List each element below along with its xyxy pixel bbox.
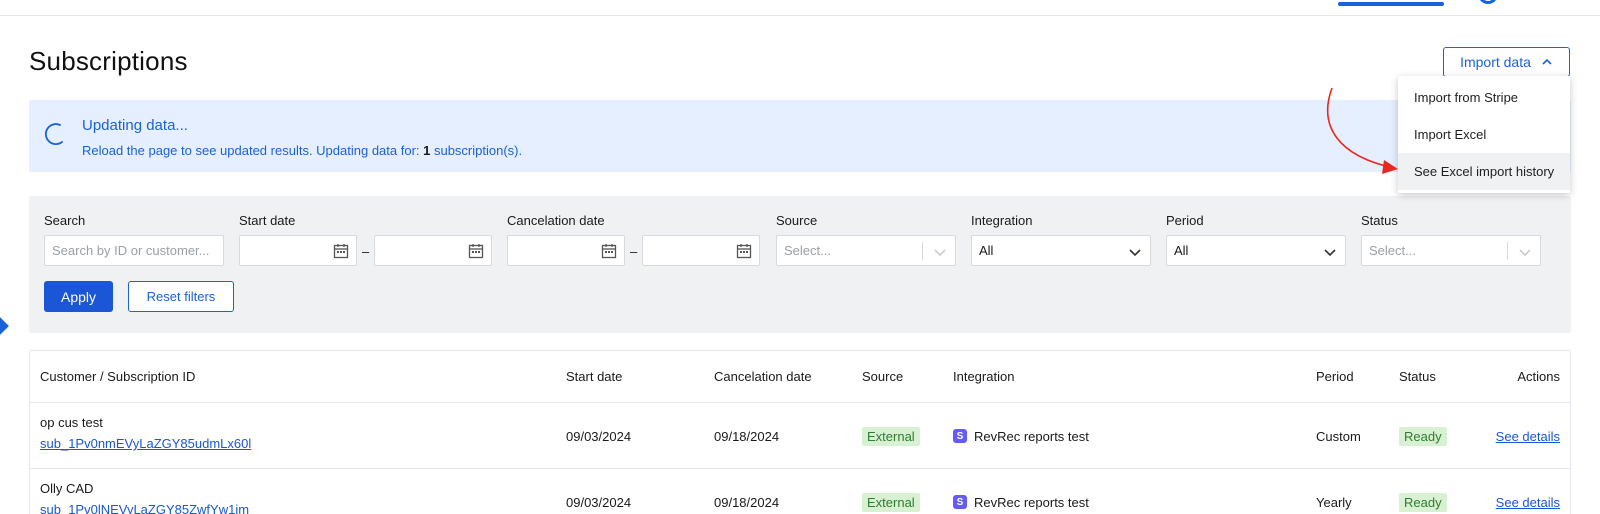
start-date-to-input[interactable] (374, 235, 492, 266)
start-date-label: Start date (239, 213, 296, 228)
chevron-down-icon (1519, 249, 1531, 257)
integration-value: All (979, 243, 994, 258)
subscription-id-link[interactable]: sub_1Pv0lNEVyLaZGY85ZwfYw1im (40, 502, 249, 514)
integration-cell: RevRec reports test (974, 429, 1089, 444)
integration-label: Integration (971, 213, 1033, 228)
period-label: Period (1166, 213, 1204, 228)
table-header: Customer / Subscription ID Start date Ca… (30, 351, 1570, 403)
menu-item-import-from-stripe[interactable]: Import from Stripe (1398, 79, 1570, 116)
loading-spinner-icon (44, 123, 63, 145)
banner-message-prefix: Reload the page to see updated results. … (82, 143, 424, 158)
import-data-button[interactable]: Import data (1443, 47, 1570, 77)
column-header: Actions (1517, 369, 1560, 384)
status-select[interactable]: Select... (1361, 235, 1541, 266)
table-row: Olly CAD sub_1Pv0lNEVyLaZGY85ZwfYw1im 09… (30, 469, 1570, 514)
status-badge: Ready (1399, 493, 1447, 512)
table-row: op cus test sub_1Pv0nmEVyLaZGY85udmLx60l… (30, 403, 1570, 469)
column-header: Integration (953, 369, 1015, 384)
status-badge: Ready (1399, 427, 1447, 446)
side-panel-toggle-icon[interactable] (0, 316, 9, 336)
column-header: Cancelation date (714, 369, 812, 384)
start-date-cell: 09/03/2024 (566, 429, 632, 444)
search-placeholder: Search by ID or customer... (52, 243, 210, 258)
source-label: Source (776, 213, 818, 228)
menu-item-see-excel-import-history[interactable]: See Excel import history (1398, 153, 1570, 190)
source-placeholder: Select... (784, 243, 831, 258)
cancelation-date-label: Cancelation date (507, 213, 605, 228)
annotation-arrow-icon (1327, 87, 1398, 174)
banner-message-suffix: subscription(s). (430, 143, 523, 158)
stripe-icon: S (953, 429, 967, 443)
filters-panel: Search Search by ID or customer... Start… (29, 196, 1571, 333)
start-date-from-input[interactable] (239, 235, 357, 266)
calendar-icon[interactable] (332, 242, 350, 260)
stripe-icon: S (953, 495, 967, 509)
status-label: Status (1361, 213, 1398, 228)
banner-message: Reload the page to see updated results. … (82, 143, 522, 158)
period-select[interactable]: All (1166, 235, 1346, 266)
calendar-icon[interactable] (600, 242, 618, 260)
column-header: Customer / Subscription ID (40, 369, 196, 384)
source-badge: External (862, 427, 920, 446)
select-divider (922, 242, 923, 260)
date-range-separator: – (362, 244, 370, 259)
start-date-cell: 09/03/2024 (566, 495, 632, 510)
column-header: Start date (566, 369, 623, 384)
cancelation-date-cell: 09/18/2024 (714, 429, 780, 444)
search-label: Search (44, 213, 86, 228)
column-header: Source (862, 369, 904, 384)
source-select[interactable]: Select... (776, 235, 956, 266)
integration-select[interactable]: All (971, 235, 1151, 266)
period-cell: Custom (1316, 429, 1361, 444)
status-placeholder: Select... (1369, 243, 1416, 258)
calendar-icon[interactable] (735, 242, 753, 260)
import-menu: Import from Stripe Import Excel See Exce… (1398, 76, 1570, 193)
cancelation-date-to-input[interactable] (642, 235, 760, 266)
chevron-down-icon (934, 249, 946, 257)
chevron-down-icon (1129, 249, 1141, 257)
customer-name: Olly CAD (40, 481, 94, 496)
column-header: Status (1399, 369, 1436, 384)
date-range-separator: – (630, 244, 638, 259)
period-cell: Yearly (1316, 495, 1352, 510)
see-details-link[interactable]: See details (1496, 495, 1560, 510)
cancelation-date-cell: 09/18/2024 (714, 495, 780, 510)
see-details-link[interactable]: See details (1496, 429, 1560, 444)
column-header: Period (1316, 369, 1354, 384)
customer-name: op cus test (40, 415, 103, 430)
chevron-up-icon (1542, 58, 1552, 65)
top-nav-bar (0, 0, 1600, 16)
banner-title: Updating data... (82, 117, 188, 134)
import-data-label: Import data (1460, 54, 1531, 70)
cancelation-date-from-input[interactable] (507, 235, 625, 266)
page-title: Subscriptions (29, 46, 188, 76)
active-tab-indicator (1338, 2, 1444, 6)
integration-cell: RevRec reports test (974, 495, 1089, 510)
select-divider (1507, 242, 1508, 260)
calendar-icon[interactable] (467, 242, 485, 260)
source-badge: External (862, 493, 920, 512)
subscription-id-link[interactable]: sub_1Pv0nmEVyLaZGY85udmLx60l (40, 436, 251, 451)
subscriptions-table: Customer / Subscription ID Start date Ca… (29, 350, 1571, 514)
search-input[interactable]: Search by ID or customer... (44, 235, 224, 266)
apply-button[interactable]: Apply (44, 281, 113, 312)
menu-item-import-excel[interactable]: Import Excel (1398, 116, 1570, 153)
chevron-down-icon (1324, 249, 1336, 257)
period-value: All (1174, 243, 1189, 258)
reset-filters-button[interactable]: Reset filters (128, 281, 234, 312)
user-avatar-icon[interactable] (1478, 0, 1498, 4)
